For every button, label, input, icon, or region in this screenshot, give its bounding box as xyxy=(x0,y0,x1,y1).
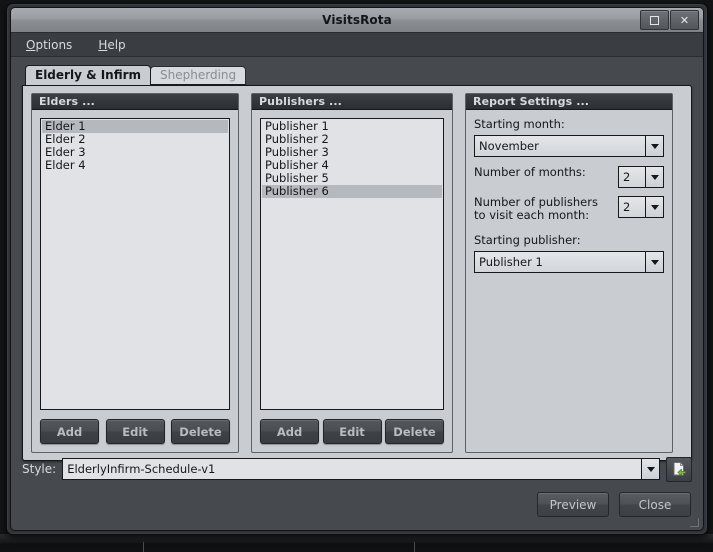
publishers-panel-body: Publisher 1 Publisher 2 Publisher 3 Publ… xyxy=(252,110,452,452)
maximize-icon xyxy=(650,15,659,25)
publishers-panel-header: Publishers ... xyxy=(252,94,452,110)
number-of-months-combo[interactable]: 2 xyxy=(618,166,664,188)
title-bar[interactable]: VisitsRota ✕ xyxy=(11,8,703,33)
publishers-panel: Publishers ... Publisher 1 Publisher 2 P… xyxy=(251,93,453,453)
window-title: VisitsRota xyxy=(322,13,392,27)
publishers-button-row: Add Edit Delete xyxy=(260,419,444,444)
footer-buttons: Preview Close xyxy=(537,492,691,517)
elders-listbox[interactable]: Elder 1 Elder 2 Elder 3 Elder 4 xyxy=(40,118,230,410)
starting-publisher-combo[interactable]: Publisher 1 xyxy=(474,251,664,273)
window-inner: VisitsRota ✕ Options Help Elderly & Infi… xyxy=(10,7,704,531)
publishers-per-month-value: 2 xyxy=(623,200,631,214)
resize-grip[interactable] xyxy=(690,518,699,527)
menu-label: ptions xyxy=(35,37,73,52)
publishers-per-month-combo[interactable]: 2 xyxy=(618,196,664,218)
publishers-edit-button[interactable]: Edit xyxy=(322,419,382,444)
preview-button[interactable]: Preview xyxy=(537,492,609,517)
report-settings-header: Report Settings ... xyxy=(466,94,672,110)
starting-month-value: November xyxy=(479,139,539,153)
close-dialog-button[interactable]: Close xyxy=(619,492,691,517)
tab-shepherding[interactable]: Shepherding xyxy=(150,66,247,85)
application-window: VisitsRota ✕ Options Help Elderly & Infi… xyxy=(6,3,708,535)
document-import-button[interactable] xyxy=(666,456,692,482)
number-of-months-row: Number of months: 2 xyxy=(474,166,664,188)
publishers-per-month-label: Number of publishers to visit each month… xyxy=(474,195,598,222)
publishers-listbox[interactable]: Publisher 1 Publisher 2 Publisher 3 Publ… xyxy=(260,118,444,410)
taskbar-divider xyxy=(414,542,415,552)
report-settings-body: Starting month: November Number of month… xyxy=(466,110,672,452)
close-button[interactable]: ✕ xyxy=(670,10,699,30)
starting-month-combo[interactable]: November xyxy=(474,135,664,157)
taskbar[interactable] xyxy=(0,534,713,552)
elders-panel-body: Elder 1 Elder 2 Elder 3 Elder 4 Add Edit… xyxy=(32,110,238,452)
window-controls: ✕ xyxy=(640,10,699,30)
publishers-add-button[interactable]: Add xyxy=(260,419,319,444)
starting-publisher-label: Starting publisher: xyxy=(474,233,581,247)
style-combo[interactable]: ElderlyInfirm-Schedule-v1 xyxy=(62,458,660,480)
style-label: Style: xyxy=(22,462,57,476)
starting-month-label: Starting month: xyxy=(474,117,565,131)
taskbar-divider xyxy=(143,542,144,552)
report-settings-panel: Report Settings ... Starting month: Nove… xyxy=(465,93,673,453)
chevron-down-icon[interactable] xyxy=(645,167,663,187)
menu-bar: Options Help xyxy=(11,33,703,57)
maximize-button[interactable] xyxy=(640,10,669,30)
list-item[interactable]: Publisher 6 xyxy=(262,185,442,198)
menu-item-help[interactable]: Help xyxy=(95,36,128,54)
style-row: Style: ElderlyInfirm-Schedule-v1 xyxy=(22,455,692,483)
elders-button-row: Add Edit Delete xyxy=(40,419,230,444)
number-of-months-value: 2 xyxy=(623,170,631,184)
list-item[interactable]: Elder 4 xyxy=(42,159,228,172)
elders-add-button[interactable]: Add xyxy=(40,419,99,444)
chevron-down-icon[interactable] xyxy=(645,252,663,272)
panels-container: Elders ... Elder 1 Elder 2 Elder 3 Elder… xyxy=(23,86,691,460)
tab-strip: Elderly & Infirm Shepherding xyxy=(25,65,703,85)
tab-elderly-infirm[interactable]: Elderly & Infirm xyxy=(25,65,152,85)
menu-label: elp xyxy=(107,37,126,52)
close-icon: ✕ xyxy=(679,13,690,27)
menu-item-options[interactable]: Options xyxy=(23,36,75,54)
desktop-background: VisitsRota ✕ Options Help Elderly & Infi… xyxy=(0,0,713,552)
elders-delete-button[interactable]: Delete xyxy=(171,419,230,444)
publishers-delete-button[interactable]: Delete xyxy=(385,419,444,444)
chevron-down-icon[interactable] xyxy=(645,197,663,217)
number-of-months-label: Number of months: xyxy=(474,165,586,179)
tab-page-elderly-infirm: Elders ... Elder 1 Elder 2 Elder 3 Elder… xyxy=(22,85,692,461)
chevron-down-icon[interactable] xyxy=(645,136,663,156)
elders-panel: Elders ... Elder 1 Elder 2 Elder 3 Elder… xyxy=(31,93,239,453)
menu-mnemonic: H xyxy=(98,37,108,52)
document-import-icon xyxy=(673,461,686,476)
style-value: ElderlyInfirm-Schedule-v1 xyxy=(67,462,216,476)
starting-publisher-value: Publisher 1 xyxy=(479,255,543,269)
chevron-down-icon[interactable] xyxy=(641,459,659,479)
publishers-per-month-row: Number of publishers to visit each month… xyxy=(474,196,664,222)
elders-edit-button[interactable]: Edit xyxy=(105,419,165,444)
elders-panel-header: Elders ... xyxy=(32,94,238,110)
